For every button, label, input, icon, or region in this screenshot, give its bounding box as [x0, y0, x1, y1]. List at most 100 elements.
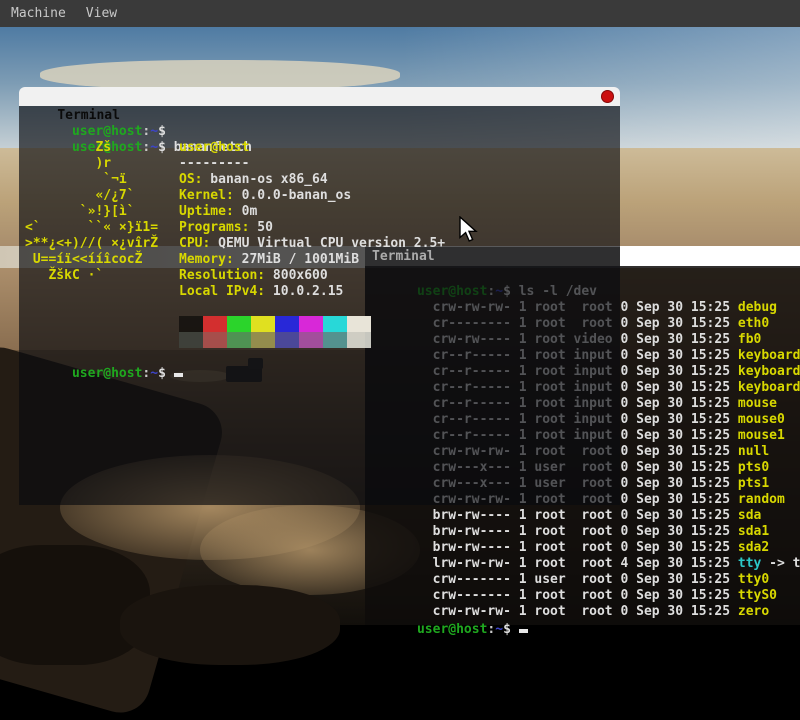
fetch-label: Resolution: [179, 268, 265, 284]
file-permissions: crw------- 1 user root 0 Sep 30 15:25 [433, 572, 738, 587]
file-name: sda2 [738, 540, 769, 555]
file-permissions: lrw-rw-rw- 1 root root 4 Sep 30 15:25 [433, 556, 738, 571]
fetch-label: Uptime: [179, 204, 234, 220]
fetch-row: Local IPv4: 10.0.2.15 [25, 284, 620, 300]
file-name: keyboard1 [738, 380, 800, 395]
fetch-row: «/¿7`Kernel: 0.0.0-banan_os [25, 188, 620, 204]
screen: { "colors": { "accent_red": "#cc1010", "… [0, 0, 800, 625]
text-cursor [174, 364, 183, 377]
file-name: random [738, 492, 785, 507]
color-palette-row-2 [179, 332, 620, 348]
fetch-row: Zšuser@host [25, 140, 620, 156]
ascii-art: `¬ï [25, 172, 179, 188]
background-far-mesa [40, 60, 400, 90]
fetch-label: Memory: [179, 252, 234, 268]
color-swatch [323, 332, 347, 348]
color-swatch [251, 316, 275, 332]
file-name: tty [738, 556, 761, 571]
fetch-label: OS: [179, 172, 202, 188]
ascii-art: ŽškC ·` [25, 268, 179, 284]
terminal1-active-prompt: user@host:~$ [25, 348, 620, 364]
color-swatch [347, 332, 371, 348]
color-swatch [299, 316, 323, 332]
color-swatch [179, 332, 203, 348]
color-palette-row-1 [179, 316, 620, 332]
color-swatch [347, 316, 371, 332]
file-permissions: brw-rw---- 1 root root 0 Sep 30 15:25 [433, 524, 738, 539]
ascii-art: <` ``« ×}ï1= [25, 220, 179, 236]
fetch-row: )r--------- [25, 156, 620, 172]
file-name: mouse [738, 396, 777, 411]
file-name: tty0 [738, 572, 769, 587]
ascii-art: `»!}[ì` [25, 204, 179, 220]
color-swatch [227, 316, 251, 332]
file-name: ttyS0 [738, 588, 777, 603]
color-swatch [323, 316, 347, 332]
color-swatch [227, 332, 251, 348]
file-name: pts0 [738, 460, 769, 475]
text-cursor [519, 620, 528, 633]
fetch-value: QEMU Virtual CPU version 2.5+ [210, 236, 445, 252]
file-name: sda1 [738, 524, 769, 539]
ascii-art: U==íï<<ííîcocŽ [25, 252, 179, 268]
file-name: keyboard [738, 348, 800, 363]
fetch-label: Programs: [179, 220, 249, 236]
file-link-target: -> tty0 [761, 556, 800, 571]
terminal1-history-prompt-1: user@host:~$ [25, 108, 620, 124]
fetch-value: 800x600 [265, 268, 328, 284]
file-name: zero [738, 604, 769, 619]
ascii-art: )r [25, 156, 179, 172]
menu-item[interactable]: Machine [11, 6, 66, 21]
prompt-tilde: ~ [495, 622, 503, 637]
color-swatch [275, 316, 299, 332]
terminal1-titlebar[interactable]: Terminal [19, 87, 620, 106]
file-name: sda [738, 508, 761, 523]
color-swatch [275, 332, 299, 348]
fetch-value: user@host [179, 140, 249, 156]
file-name: eth0 [738, 316, 769, 331]
file-name: mouse0 [738, 412, 785, 427]
fetch-row: `¬ïOS: banan-os x86_64 [25, 172, 620, 188]
fetch-row: `»!}[ì`Uptime: 0m [25, 204, 620, 220]
menu-item[interactable]: View [86, 6, 117, 21]
fetch-row: >**¿<+)//( ×¿vîrŽCPU: QEMU Virtual CPU v… [25, 236, 620, 252]
fetch-value: 50 [249, 220, 272, 236]
file-name: debug [738, 300, 777, 315]
file-name: null [738, 444, 769, 459]
background-rock-2 [120, 585, 340, 665]
fetch-label: Kernel: [179, 188, 234, 204]
blank-line [25, 300, 620, 316]
fetch-value: banan-os x86_64 [202, 172, 327, 188]
file-name: mouse1 [738, 428, 785, 443]
file-permissions: brw-rw---- 1 root root 0 Sep 30 15:25 [433, 540, 738, 555]
file-permissions: crw------- 1 root root 0 Sep 30 15:25 [433, 588, 738, 603]
ascii-art: «/¿7` [25, 188, 179, 204]
ascii-art: >**¿<+)//( ×¿vîrŽ [25, 236, 179, 252]
fetch-row: U==íï<<ííîcocŽMemory: 27MiB / 1001MiB [25, 252, 620, 268]
background-rock [0, 545, 150, 665]
file-name: keyboard0 [738, 364, 800, 379]
fetch-value: 0.0.0-banan_os [234, 188, 351, 204]
terminal1-content[interactable]: user@host:~$ user@host:~$ bananfetch Zšu… [19, 106, 620, 505]
color-swatch [179, 316, 203, 332]
fetch-value: 10.0.2.15 [265, 284, 343, 300]
prompt-user: user@host [417, 622, 487, 637]
file-name: pts1 [738, 476, 769, 491]
mouse-cursor-icon [458, 216, 478, 244]
fetch-value: 27MiB / 1001MiB [234, 252, 359, 268]
file-permissions: brw-rw---- 1 root root 0 Sep 30 15:25 [433, 508, 738, 523]
color-swatch [251, 332, 275, 348]
terminal2-titlebar[interactable] [620, 247, 800, 266]
fetch-label: CPU: [179, 236, 210, 252]
menu-bar: Machine View [0, 0, 800, 27]
fetch-value: 0m [234, 204, 257, 220]
color-swatch [203, 332, 227, 348]
file-name: fb0 [738, 332, 761, 347]
ascii-art [25, 284, 179, 300]
file-permissions: crw-rw-rw- 1 root root 0 Sep 30 15:25 [433, 604, 738, 619]
color-swatch [299, 332, 323, 348]
fetch-value: --------- [179, 156, 249, 172]
close-button[interactable] [601, 90, 614, 103]
fetch-row: <` ``« ×}ï1=Programs: 50 [25, 220, 620, 236]
color-swatch [203, 316, 227, 332]
